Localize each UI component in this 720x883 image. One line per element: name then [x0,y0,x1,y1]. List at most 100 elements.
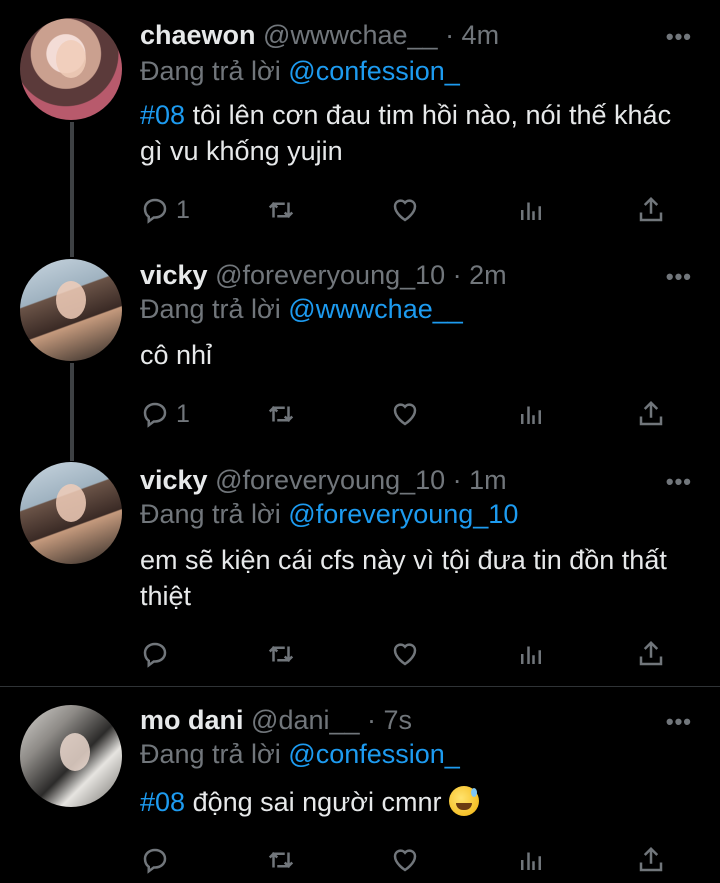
heart-icon [393,403,417,426]
hashtag-link[interactable]: #08 [140,787,185,817]
analytics-button[interactable] [516,192,546,228]
share-icon [639,400,663,426]
tweet-text: #08 tôi lên cơn đau tim hồi nào, nói thế… [140,97,700,169]
grinning-face-with-sweat-emoji [448,786,479,816]
reply-icon [143,642,167,668]
avatar-face [56,281,86,319]
username[interactable]: @foreveryoung_10 [215,465,445,495]
timestamp[interactable]: · 7s [367,705,412,735]
retweet-button[interactable] [266,396,296,432]
analytics-icon [521,852,541,870]
tweet-body: cô nhỉ [140,340,213,370]
tweet-header: vicky @foreveryoung_10 · 2m [140,258,507,292]
thread-line [70,363,74,461]
like-button[interactable] [390,192,420,228]
share-icon [639,640,663,666]
tweet-header: vicky @foreveryoung_10 · 1m [140,463,507,497]
timestamp[interactable]: · 4m [445,20,499,50]
replying-to-label: Đang trả lời [140,499,281,529]
retweet-icon [268,201,294,219]
mention-link[interactable]: @foreveryoung_10 [288,499,518,529]
avatar-face [56,484,86,522]
share-button[interactable] [636,396,666,432]
replying-to: Đang trả lời @wwwchae__ [140,294,463,325]
tweet-header: chaewon @wwwchae__ · 4m [140,18,499,52]
avatar[interactable] [20,705,122,807]
hashtag-link[interactable]: #08 [140,100,185,130]
retweet-icon [268,851,294,869]
reply-button[interactable] [140,842,176,878]
action-bar [140,636,680,672]
more-icon[interactable]: ••• [666,709,692,735]
like-button[interactable] [390,636,420,672]
more-icon[interactable]: ••• [666,264,692,290]
reply-icon [143,848,167,874]
username[interactable]: @dani__ [251,705,360,735]
analytics-button[interactable] [516,842,546,878]
tweet-body: tôi lên cơn đau tim hồi nào, nói thế khá… [140,100,672,166]
like-button[interactable] [390,396,420,432]
username[interactable]: @wwwchae__ [263,20,438,50]
divider [0,686,720,687]
replying-to: Đang trả lời @confession_ [140,56,460,87]
share-button[interactable] [636,192,666,228]
reply-button[interactable] [140,636,176,672]
reply-icon [143,198,167,224]
timestamp[interactable]: · 1m [453,465,507,495]
like-button[interactable] [390,842,420,878]
retweet-button[interactable] [266,192,296,228]
mention-link[interactable]: @confession_ [288,739,460,769]
share-button[interactable] [636,636,666,672]
heart-icon [393,849,417,872]
action-bar: 1 [140,396,680,432]
display-name[interactable]: vicky [140,465,208,495]
tweet-body: em sẽ kiện cái cfs này vì tội đưa tin đồ… [140,545,667,611]
heart-icon [393,199,417,222]
reply-button[interactable]: 1 [140,192,190,228]
replying-to-label: Đang trả lời [140,739,281,769]
replying-to-label: Đang trả lời [140,294,281,324]
replying-to: Đang trả lời @foreveryoung_10 [140,499,518,530]
display-name[interactable]: mo dani [140,705,244,735]
tweet-body: động sai người cmnr [185,787,449,817]
avatar[interactable] [20,462,122,564]
mention-link[interactable]: @wwwchae__ [288,294,463,324]
more-icon[interactable]: ••• [666,24,692,50]
tweet-text: #08 động sai người cmnr [140,784,700,820]
analytics-icon [521,202,541,220]
analytics-button[interactable] [516,396,546,432]
avatar[interactable] [20,18,122,120]
avatar-face [60,733,90,771]
username[interactable]: @foreveryoung_10 [215,260,445,290]
reply-button[interactable]: 1 [140,396,190,432]
retweet-button[interactable] [266,636,296,672]
share-button[interactable] [636,842,666,878]
share-icon [639,846,663,872]
analytics-button[interactable] [516,636,546,672]
retweet-button[interactable] [266,842,296,878]
display-name[interactable]: vicky [140,260,208,290]
display-name[interactable]: chaewon [140,20,256,50]
action-bar: 1 [140,192,680,228]
avatar-face [56,40,86,78]
retweet-icon [268,645,294,663]
analytics-icon [521,406,541,424]
avatar[interactable] [20,259,122,361]
more-icon[interactable]: ••• [666,469,692,495]
replying-to-label: Đang trả lời [140,56,281,86]
reply-count: 1 [176,195,190,224]
heart-icon [393,643,417,666]
tweet-header: mo dani @dani__ · 7s [140,703,412,737]
tweet-text: em sẽ kiện cái cfs này vì tội đưa tin đồ… [140,542,700,614]
action-bar [140,842,680,878]
retweet-icon [268,405,294,423]
share-icon [639,196,663,222]
thread-line [70,122,74,257]
reply-count: 1 [176,399,190,428]
tweet-text: cô nhỉ [140,337,700,373]
timestamp[interactable]: · 2m [453,260,507,290]
analytics-icon [521,646,541,664]
replying-to: Đang trả lời @confession_ [140,739,460,770]
mention-link[interactable]: @confession_ [288,56,460,86]
reply-icon [143,402,167,428]
